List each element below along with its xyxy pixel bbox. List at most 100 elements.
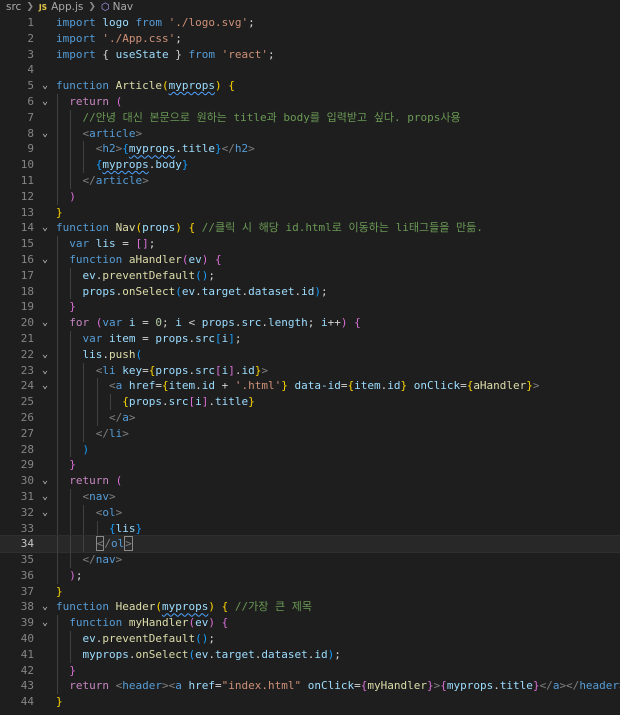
code-token: Nav — [115, 221, 136, 235]
code-token: './App.css' — [102, 31, 176, 45]
code-line[interactable]: 2 import './App.css'; — [0, 31, 620, 47]
breadcrumb-file[interactable]: App.js — [51, 0, 83, 15]
code-line[interactable]: 24 ⌄ <a href={item.id + '.html'} data-id=… — [0, 378, 620, 395]
code-line[interactable]: 42 } — [0, 662, 620, 679]
code-line[interactable]: 32 ⌄ <ol> — [0, 504, 620, 521]
code-line[interactable]: 28 ) — [0, 441, 620, 458]
code-editor[interactable]: 1 import logo from './logo.svg'; 2 import '… — [0, 15, 620, 715]
indent-guide — [70, 283, 72, 300]
fold-chevron-icon[interactable]: ⌄ — [40, 615, 50, 631]
fold-chevron-icon[interactable]: ⌄ — [40, 363, 50, 379]
code-line[interactable]: 39 ⌄ function myHandler(ev) { — [0, 615, 620, 632]
code-line[interactable]: 26 </a> — [0, 409, 620, 426]
code-token: / — [104, 537, 111, 551]
indent-guide — [57, 646, 58, 663]
code-line[interactable]: 23 ⌄ <li key={props.src[i].id}> — [0, 362, 620, 379]
fold-chevron-icon[interactable]: ⌄ — [40, 78, 50, 94]
code-token: < — [181, 316, 202, 330]
fold-chevron-icon[interactable]: ⌄ — [40, 347, 50, 363]
code-line[interactable]: 40 ev.preventDefault(); — [0, 631, 620, 647]
code-line[interactable]: 43 return <header><a href="index.html" o… — [0, 678, 620, 695]
code-token: > — [115, 505, 123, 519]
code-line[interactable]: 25 {props.src[i].title} — [0, 394, 620, 410]
code-line[interactable]: 31 ⌄ <nav> — [0, 488, 620, 505]
code-line[interactable]: 30 ⌄ return ( — [0, 473, 620, 489]
fold-chevron-icon[interactable]: ⌄ — [40, 599, 50, 615]
code-token: [ — [215, 331, 222, 345]
fold-chevron-icon[interactable]: ⌄ — [40, 473, 50, 489]
code-line[interactable]: 16 ⌄ function aHandler(ev) { — [0, 251, 620, 268]
code-line[interactable]: 14 ⌄ function Nav(props) { //클릭 시 해당 id.ht… — [0, 220, 620, 236]
line-number: 43 — [20, 679, 34, 693]
code-line[interactable]: 20 ⌄ for (var i = 0; i < props.src.length… — [0, 315, 620, 331]
code-line[interactable]: 44} — [0, 694, 620, 710]
code-line[interactable]: 8 ⌄ <article> — [0, 125, 620, 142]
code-text: <nav> — [56, 488, 620, 505]
code-token: } — [69, 300, 76, 314]
line-number: 31 — [20, 489, 34, 503]
breadcrumb-symbol[interactable]: Nav — [113, 0, 134, 15]
code-line[interactable]: 18 props.onSelect(ev.target.dataset.id); — [0, 283, 620, 300]
code-line[interactable]: 38 ⌄ function Header(myprops) { //가장 큰 제목 — [0, 599, 620, 615]
code-line[interactable]: 36 ); — [0, 567, 620, 584]
code-line[interactable]: 13} — [0, 205, 620, 221]
line-number: 1 — [27, 16, 34, 29]
code-line[interactable]: 33 {lis} — [0, 520, 620, 537]
code-line[interactable]: 4 — [0, 62, 620, 78]
code-line[interactable]: 10 {myprops.body} — [0, 157, 620, 173]
code-line[interactable]: 5 ⌄ function Article(myprops) { — [0, 78, 620, 94]
code-text: function aHandler(ev) { — [56, 251, 620, 268]
code-token: ev — [195, 616, 209, 630]
code-line[interactable]: 41 myprops.onSelect(ev.target.dataset.id… — [0, 646, 620, 663]
code-line[interactable]: 27 </li> — [0, 425, 620, 442]
indent-guide — [70, 172, 72, 189]
breadcrumb-folder[interactable]: src — [6, 0, 21, 15]
code-line[interactable]: 34 </ol> — [0, 535, 620, 554]
fold-chevron-icon[interactable]: ⌄ — [40, 252, 50, 268]
fold-chevron-icon[interactable]: ⌄ — [40, 126, 50, 142]
fold-chevron-icon[interactable]: ⌄ — [40, 378, 50, 394]
code-line[interactable]: 21 var item = props.src[i]; — [0, 330, 620, 347]
line-number: 24 — [20, 379, 34, 393]
code-line[interactable]: 6 ⌄ return ( — [0, 93, 620, 110]
code-token: logo — [102, 16, 129, 29]
code-token: function — [56, 600, 109, 614]
code-line[interactable]: 1 import logo from './logo.svg'; — [0, 15, 620, 31]
code-token: > — [261, 363, 268, 377]
code-line[interactable]: 15 var lis = []; — [0, 236, 620, 252]
code-token: > — [124, 536, 133, 552]
code-token: ) — [82, 442, 90, 456]
fold-chevron-icon[interactable]: ⌄ — [40, 489, 50, 505]
code-token: } — [248, 395, 255, 409]
fold-chevron-icon[interactable]: ⌄ — [40, 220, 50, 236]
code-line[interactable]: 37} — [0, 584, 620, 600]
code-token: </ — [539, 679, 553, 693]
code-token: href — [188, 679, 216, 693]
code-line[interactable]: 35 </nav> — [0, 552, 620, 568]
indent-guide — [70, 536, 72, 553]
code-line[interactable]: 11 </article> — [0, 172, 620, 189]
fold-chevron-icon[interactable]: ⌄ — [40, 505, 50, 521]
code-line[interactable]: 17 ev.preventDefault(); — [0, 267, 620, 284]
code-token: //가장 큰 제목 — [234, 600, 312, 614]
code-line[interactable]: 12 ) — [0, 188, 620, 205]
code-text: } — [56, 457, 620, 474]
code-token: useState — [115, 47, 169, 61]
code-line[interactable]: 9 <h2>{myprops.title}</h2> — [0, 141, 620, 158]
code-line[interactable]: 22 ⌄ lis.push( — [0, 346, 620, 363]
fold-chevron-icon[interactable]: ⌄ — [40, 94, 50, 110]
code-line[interactable]: 29 } — [0, 457, 620, 474]
code-token: title — [181, 142, 215, 156]
fold-chevron-icon[interactable]: ⌄ — [40, 315, 50, 331]
code-line[interactable]: 7 //안녕 대신 본문으로 원하는 title과 body를 입력받고 싶다.… — [0, 109, 620, 126]
code-token: ( — [175, 284, 182, 298]
code-token: ; — [208, 268, 215, 282]
code-text: var item = props.src[i]; — [56, 330, 620, 347]
code-line[interactable]: 19 } — [0, 299, 620, 316]
code-token: id — [201, 379, 215, 393]
indent-guide — [57, 520, 58, 537]
code-line[interactable]: 3 import { useState } from 'react'; — [0, 47, 620, 63]
